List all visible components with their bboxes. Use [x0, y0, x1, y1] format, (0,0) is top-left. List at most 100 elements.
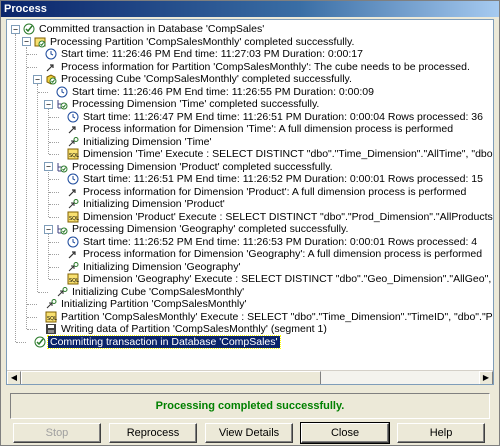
tree-item[interactable]: Process information for Dimension 'Produ…: [81, 186, 468, 198]
tree-item[interactable]: Initializing Dimension 'Time': [81, 136, 214, 148]
tree-connector: [27, 329, 37, 330]
tree-item-label: Initializing Dimension 'Product': [83, 198, 225, 210]
tree-connector: [49, 204, 59, 205]
tree-item[interactable]: Initializing Partition 'CompSalesMonthly…: [59, 298, 249, 310]
tree-item[interactable]: Committing transaction in Database 'Comp…: [47, 334, 281, 349]
tree-item[interactable]: Dimension 'Product' Execute : SELECT DIS…: [81, 210, 494, 223]
tree-connector: [49, 254, 59, 255]
process-log-tree[interactable]: − Committed transaction in Database 'Comp…: [6, 19, 494, 385]
tree-connector: [27, 54, 37, 55]
tree-item[interactable]: Process information for Partition 'CompS…: [59, 61, 472, 73]
tree-item-label: Start time: 11:26:52 PM End time: 11:26:…: [83, 235, 478, 248]
view-details-button[interactable]: View Details: [205, 423, 293, 443]
tree-connector: [27, 316, 37, 318]
save-icon: [45, 323, 57, 335]
tree-item-label: Committed transaction in Database 'CompS…: [39, 23, 265, 35]
reprocess-button[interactable]: Reprocess: [109, 423, 197, 443]
tree-item[interactable]: Dimension 'Geography' Execute : SELECT D…: [81, 273, 493, 285]
clock-icon: [67, 111, 79, 123]
tree-item[interactable]: Partition 'CompSalesMonthly' Execute : S…: [59, 311, 493, 323]
tree-item[interactable]: Initializing Dimension 'Geography': [81, 261, 243, 273]
tree-item[interactable]: Writing data of Partition 'CompSalesMont…: [59, 323, 329, 335]
init-icon: [56, 286, 68, 298]
init-icon: [67, 198, 79, 210]
tree-item[interactable]: Processing Dimension 'Product' completed…: [70, 161, 335, 173]
info-arrow-icon: [67, 123, 79, 135]
info-arrow-icon: [67, 248, 79, 260]
tree-item[interactable]: Start time: 11:26:47 PM End time: 11:26:…: [81, 111, 485, 123]
svg-text:SQL: SQL: [69, 278, 79, 284]
tree-connector: [49, 154, 59, 155]
tree-item-label: Processing Dimension 'Time' completed su…: [72, 98, 320, 110]
tree-connector: [49, 116, 59, 118]
sql-icon: SQL: [67, 211, 79, 223]
dimension-icon: [56, 161, 68, 173]
tree-item-label: Committing transaction in Database 'Comp…: [47, 334, 281, 349]
info-arrow-icon: [45, 61, 57, 73]
tree-item-label: Process information for Partition 'CompS…: [61, 60, 470, 73]
expand-collapse-toggle[interactable]: −: [44, 162, 53, 171]
expand-collapse-toggle[interactable]: −: [33, 74, 42, 84]
tree-item-label: Initializing Cube 'CompSalesMonthly': [72, 285, 245, 298]
tree-item[interactable]: Initializing Cube 'CompSalesMonthly': [70, 286, 246, 298]
tree-connector: [49, 216, 59, 218]
tree-connector: [16, 341, 26, 343]
tree-guide: [15, 34, 16, 342]
tree-connector: [49, 141, 59, 143]
svg-text:SQL: SQL: [69, 153, 79, 159]
tree-item-label: Initializing Dimension 'Time': [83, 135, 212, 148]
tree-connector: [38, 291, 48, 293]
stop-button[interactable]: Stop: [13, 423, 101, 443]
tree-item[interactable]: Processing Partition 'CompSalesMonthly' …: [48, 36, 356, 48]
status-message: Processing completed successfully.: [155, 400, 345, 412]
svg-text:SQL: SQL: [69, 216, 79, 222]
tree-item-label: Writing data of Partition 'CompSalesMont…: [61, 323, 327, 335]
tree-connector: [49, 241, 59, 243]
tree-item[interactable]: Processing Cube 'CompSalesMonthly' compl…: [59, 73, 354, 85]
tree-item-label: Initializing Partition 'CompSalesMonthly…: [61, 298, 247, 310]
tree-guide: [26, 46, 27, 329]
expand-collapse-toggle[interactable]: −: [22, 37, 31, 46]
tree-item-label: Process information for Dimension 'Time'…: [83, 123, 454, 135]
clock-icon: [67, 236, 79, 248]
scroll-thumb[interactable]: [21, 371, 321, 384]
window-title: Process: [1, 1, 499, 17]
check-icon: [34, 336, 46, 348]
tree-item-label: Start time: 11:26:51 PM End time: 11:26:…: [83, 173, 483, 185]
close-button[interactable]: Close: [300, 422, 390, 444]
tree-item[interactable]: Start time: 11:26:46 PM End time: 11:27:…: [59, 48, 365, 60]
tree-item-label: Initializing Dimension 'Geography': [83, 260, 241, 273]
tree-item[interactable]: Dimension 'Time' Execute : SELECT DISTIN…: [81, 148, 493, 160]
sql-icon: SQL: [67, 273, 79, 285]
tree-item[interactable]: Initializing Dimension 'Product': [81, 198, 227, 210]
clock-icon: [45, 48, 57, 60]
tree-item[interactable]: Start time: 11:26:46 PM End time: 11:26:…: [70, 86, 376, 98]
expand-collapse-toggle[interactable]: −: [11, 24, 20, 34]
tree-item-label: Start time: 11:26:47 PM End time: 11:26:…: [83, 110, 483, 123]
tree-item[interactable]: Processing Dimension 'Time' completed su…: [70, 98, 321, 110]
svg-text:SQL: SQL: [47, 316, 57, 322]
tree-item[interactable]: Processing Dimension 'Geography' complet…: [70, 223, 350, 235]
expand-collapse-toggle[interactable]: −: [44, 224, 53, 234]
horizontal-scrollbar[interactable]: ◀ ▶: [7, 370, 493, 384]
tree-item[interactable]: Start time: 11:26:52 PM End time: 11:26:…: [81, 236, 479, 248]
process-dialog: Process − Committed transaction in Databa…: [0, 0, 500, 446]
tree-item[interactable]: Start time: 11:26:51 PM End time: 11:26:…: [81, 173, 485, 185]
sql-icon: SQL: [67, 148, 79, 160]
scroll-right-icon[interactable]: ▶: [479, 371, 493, 384]
sql-icon: SQL: [45, 311, 57, 323]
status-panel: Processing completed successfully.: [10, 393, 490, 419]
tree-connector: [27, 304, 37, 305]
tree-item[interactable]: Process information for Dimension 'Geogr…: [81, 248, 484, 260]
scroll-left-icon[interactable]: ◀: [7, 371, 21, 384]
tree-item-label: Dimension 'Product' Execute : SELECT DIS…: [83, 210, 494, 223]
clock-icon: [67, 173, 79, 185]
init-icon: [67, 136, 79, 148]
help-button[interactable]: Help: [397, 423, 485, 443]
tree-item[interactable]: Process information for Dimension 'Time'…: [81, 123, 455, 135]
tree-item-label: Dimension 'Geography' Execute : SELECT D…: [83, 273, 493, 285]
partition-icon: [34, 36, 46, 48]
expand-collapse-toggle[interactable]: −: [44, 99, 53, 109]
tree-guide: [37, 84, 38, 292]
tree-item[interactable]: Committed transaction in Database 'CompS…: [37, 23, 266, 35]
